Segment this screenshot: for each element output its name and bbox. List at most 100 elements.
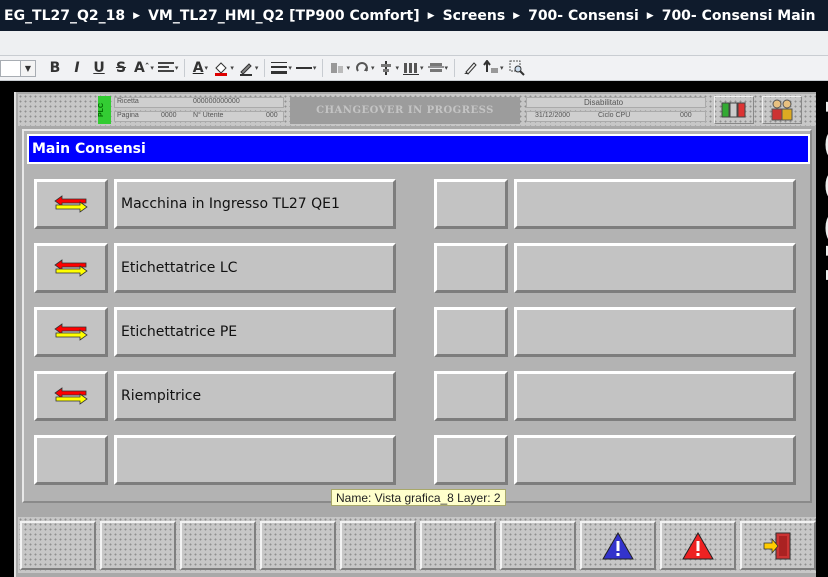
center-align-icon (381, 61, 392, 75)
superscript-button[interactable]: A ˆ ▾ (134, 58, 154, 78)
exit-button[interactable] (740, 521, 816, 570)
warning-red-button[interactable] (660, 521, 736, 570)
row-3-arrow-button[interactable] (34, 307, 108, 357)
strikethrough-button[interactable]: S (112, 58, 130, 78)
size-button[interactable]: ▾ (427, 58, 448, 78)
warning-red-icon (682, 531, 714, 559)
function-key-6[interactable] (420, 521, 496, 570)
function-key-4[interactable] (260, 521, 336, 570)
function-key-1[interactable] (20, 521, 96, 570)
toolbar-separator (454, 59, 456, 77)
function-key-5[interactable] (340, 521, 416, 570)
breadcrumb-chevron-icon: ▶ (427, 10, 435, 21)
row-3-right-label[interactable] (514, 307, 796, 357)
font-size-dropdown[interactable]: ▼ (20, 59, 36, 77)
breadcrumb-chevron-icon: ▶ (646, 10, 654, 21)
italic-button[interactable]: I (68, 58, 86, 78)
line-width-icon (271, 62, 288, 74)
row-1-arrow-button[interactable] (34, 179, 108, 229)
row-2-right-label[interactable] (514, 243, 796, 293)
row-4-label[interactable]: Riempitrice (114, 371, 396, 421)
paint-bucket-icon (215, 62, 228, 76)
users-button[interactable] (762, 96, 802, 124)
recipe-label: Ricetta (117, 98, 139, 105)
row-4-arrow-button[interactable] (34, 371, 108, 421)
toolbar-separator (264, 59, 266, 77)
dropdown-arrow-icon: ▾ (150, 64, 154, 72)
row-5-label[interactable] (114, 435, 396, 485)
breadcrumb-item-screens[interactable]: Screens (439, 8, 510, 24)
row-3-right-indicator[interactable] (434, 307, 508, 357)
row-1-right-indicator[interactable] (434, 179, 508, 229)
underline-button[interactable]: U (90, 58, 108, 78)
align-button[interactable]: ▾ (157, 58, 178, 78)
function-key-2[interactable] (100, 521, 176, 570)
pencil-icon (239, 63, 252, 76)
breadcrumb-item-project[interactable]: EG_TL27_Q2_18 (0, 8, 129, 24)
hmi-header: PLC Ricetta 000000000000 Pagina 0000 N° … (18, 94, 816, 126)
row-4-right-label[interactable] (514, 371, 796, 421)
row-4-right-indicator[interactable] (434, 371, 508, 421)
font-color-button[interactable]: A ▾ (191, 58, 209, 78)
row-3-label[interactable]: Etichettatrice PE (114, 307, 396, 357)
distribute-icon (402, 63, 419, 75)
arrow-exchange-icon (54, 195, 88, 213)
line-color-button[interactable]: ▾ (238, 58, 258, 78)
breadcrumb-item-folder[interactable]: 700- Consensi (524, 8, 643, 24)
exit-door-icon (763, 532, 791, 559)
format-painter-button[interactable] (461, 58, 479, 78)
arrow-exchange-icon (54, 323, 88, 341)
zoom-select-button[interactable] (508, 58, 526, 78)
fill-color-button[interactable]: ▾ (213, 58, 234, 78)
date-value: 31/12/2000 (535, 112, 571, 119)
breadcrumb: EG_TL27_Q2_18 ▶ VM_TL27_HMI_Q2 [TP900 Co… (0, 0, 828, 31)
consensi-panel: Main Consensi Macchina in Ingresso TL27 … (22, 129, 812, 503)
layer-button[interactable]: ▾ (483, 58, 504, 78)
breadcrumb-item-device[interactable]: VM_TL27_HMI_Q2 [TP900 Comfort] (144, 8, 424, 24)
line-style-button[interactable]: ▾ (295, 58, 316, 78)
function-key-3[interactable] (180, 521, 256, 570)
toolbar-separator (322, 59, 324, 77)
user-label: N° Utente (193, 112, 224, 119)
row-1-label[interactable]: Macchina in Ingresso TL27 QE1 (114, 179, 396, 229)
warning-blue-button[interactable] (580, 521, 656, 570)
font-size-field[interactable] (0, 59, 20, 77)
rotate-icon (355, 62, 368, 72)
user-value: 000 (266, 112, 278, 119)
page-label: Pagina (117, 112, 139, 119)
row-2-right-indicator[interactable] (434, 243, 508, 293)
panel-title: Main Consensi (27, 134, 810, 164)
function-key-bar (18, 517, 816, 573)
cpu-label: Ciclo CPU (598, 112, 631, 119)
align-objects-button[interactable]: ▾ (329, 58, 350, 78)
row-5-arrow-button[interactable] (34, 435, 108, 485)
row-5-right-indicator[interactable] (434, 435, 508, 485)
arrow-exchange-icon (54, 387, 88, 405)
line-width-button[interactable]: ▾ (271, 58, 292, 78)
row-1-right-label[interactable] (514, 179, 796, 229)
changeover-banner: CHANGEOVER IN PROGRESS (290, 97, 520, 124)
page-value: 0000 (161, 112, 177, 119)
warning-blue-icon (602, 531, 634, 559)
align-objects-icon (331, 63, 344, 73)
rotate-button[interactable]: ▾ (354, 58, 374, 78)
breadcrumb-chevron-icon: ▶ (133, 10, 141, 21)
row-2-label[interactable]: Etichettatrice LC (114, 243, 396, 293)
row-2-arrow-button[interactable] (34, 243, 108, 293)
cpu-value: 000 (680, 112, 692, 119)
distribute-button[interactable]: ▾ (402, 58, 424, 78)
align-left-icon (157, 62, 174, 72)
arrow-exchange-icon (54, 259, 88, 277)
center-button[interactable]: ▾ (378, 58, 399, 78)
users-icon (771, 99, 793, 121)
breadcrumb-item-screen[interactable]: 700- Consensi Main (658, 8, 820, 24)
alarm-lights-button[interactable] (714, 96, 754, 124)
function-key-7[interactable] (500, 521, 576, 570)
bold-button[interactable]: B (46, 58, 64, 78)
font-color-label: A (192, 60, 204, 76)
touch-label: TOUCH (816, 89, 828, 283)
format-toolbar: ▼ B I U S A ˆ ▾ ▾ A ▾ ▾ ▾ ▾ ▾ ▾ ▾ ▾ ▾ ▾ ▾ (0, 56, 828, 81)
row-5-right-label[interactable] (514, 435, 796, 485)
line-style-icon (295, 67, 312, 69)
breadcrumb-chevron-icon: ▶ (513, 10, 521, 21)
